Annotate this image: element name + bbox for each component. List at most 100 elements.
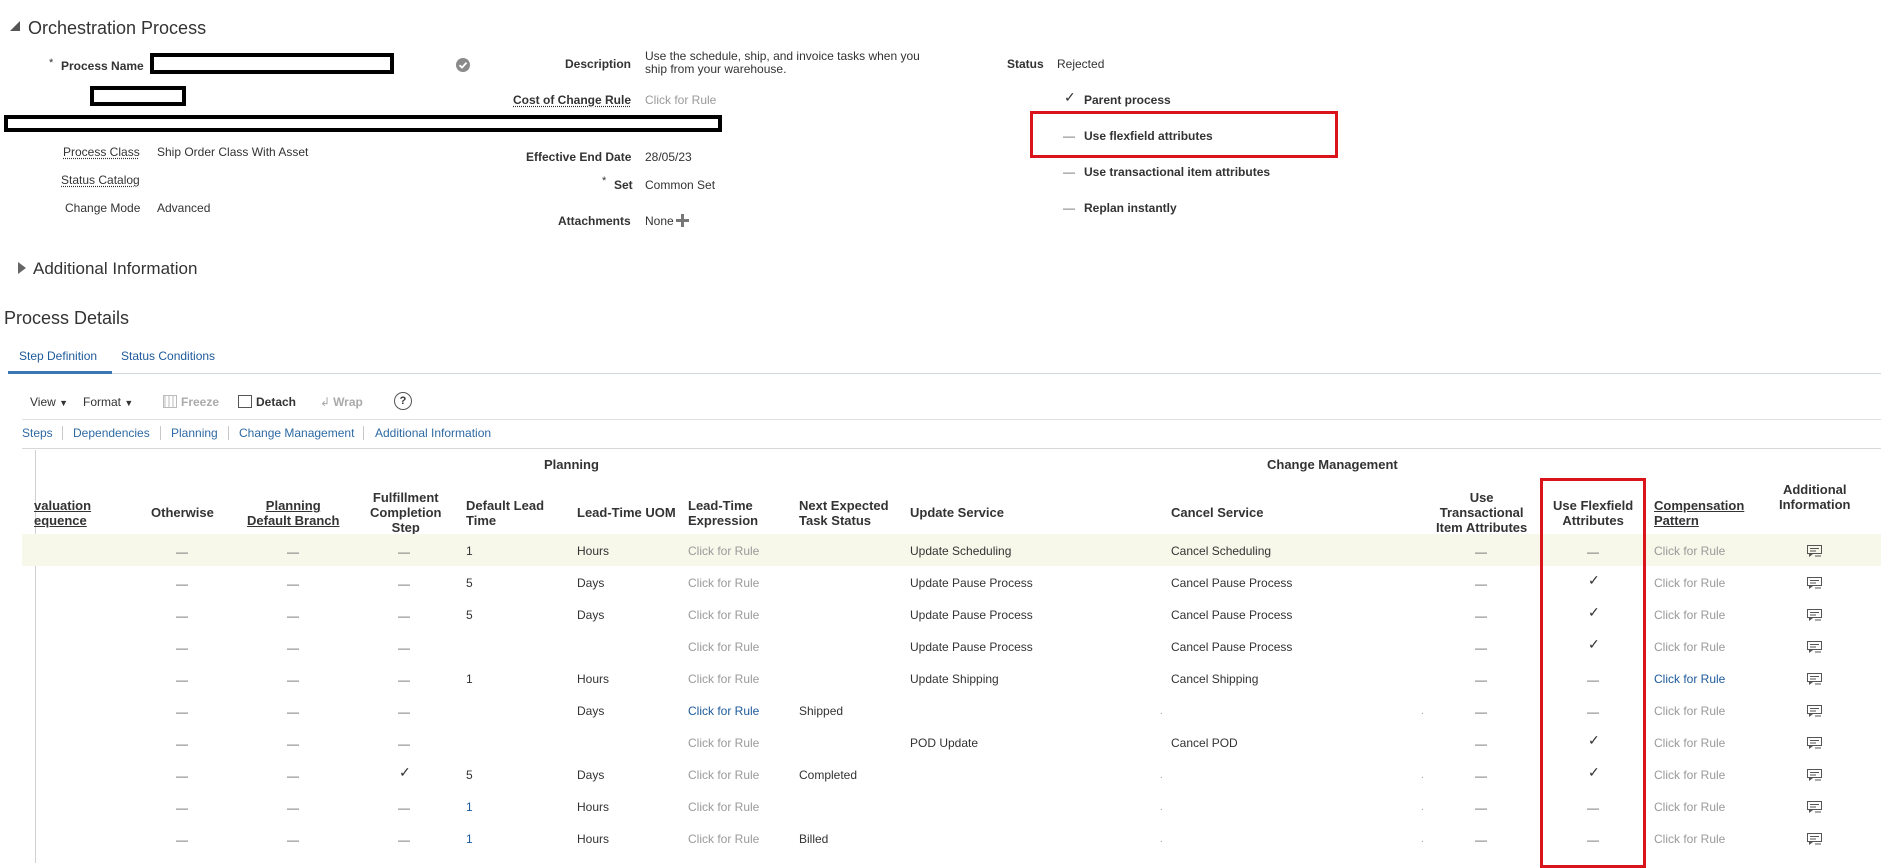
col-evaluation-sequence[interactable]: valuation equence	[34, 498, 91, 528]
lead-time-expression-link[interactable]: Click for Rule	[688, 768, 759, 782]
next-expected-task-status: Completed	[799, 768, 858, 782]
description-value: Use the schedule, ship, and invoice task…	[645, 49, 920, 76]
compensation-pattern-link[interactable]: Click for Rule	[1654, 768, 1725, 782]
category-steps[interactable]: Steps	[22, 426, 53, 440]
cost-of-change-rule-label: Cost of Change Rule	[513, 93, 632, 107]
category-separator	[62, 426, 63, 440]
lead-time-uom: Hours	[577, 800, 610, 814]
compensation-pattern-link[interactable]: Click for Rule	[1654, 640, 1725, 654]
col-lead-time-expression[interactable]: Lead-Time Expression	[688, 498, 758, 528]
update-service: Update Shipping	[910, 672, 999, 686]
compensation-pattern-link[interactable]: Click for Rule	[1654, 736, 1725, 750]
collapse-triangle-icon[interactable]	[10, 21, 20, 31]
replan-instantly-label: Replan instantly	[1084, 201, 1177, 215]
category-change-management[interactable]: Change Management	[239, 426, 354, 440]
col-update-service[interactable]: Update Service	[910, 505, 1004, 520]
compensation-pattern-link[interactable]: Click for Rule	[1654, 800, 1725, 814]
lead-time-expression-link[interactable]: Click for Rule	[688, 672, 759, 686]
lead-time-expression-link[interactable]: Click for Rule	[688, 576, 759, 590]
additional-information-icon[interactable]	[1807, 577, 1822, 592]
additional-information-icon[interactable]	[1807, 801, 1822, 816]
col-otherwise[interactable]: Otherwise	[151, 505, 214, 520]
lead-time-uom: Days	[577, 576, 605, 590]
lead-time-expression-link[interactable]: Click for Rule	[688, 608, 759, 622]
otherwise-dash: —	[176, 737, 188, 751]
default-lead-time: 5	[466, 768, 473, 782]
fulfillment-dash: —	[398, 577, 410, 591]
additional-information-icon[interactable]	[1807, 673, 1822, 688]
tab-status-conditions[interactable]: Status Conditions	[121, 349, 215, 363]
default-lead-time: 1	[466, 800, 473, 814]
additional-information-icon[interactable]	[1807, 545, 1822, 560]
status-catalog-label[interactable]: Status Catalog	[61, 173, 140, 187]
use-transactional-dash: —	[1475, 705, 1487, 719]
additional-information-icon[interactable]	[1807, 737, 1822, 752]
category-divider	[22, 448, 1881, 449]
detach-button[interactable]: Detach	[238, 395, 296, 409]
col-next-expected-task-status[interactable]: Next Expected Task Status	[799, 498, 889, 528]
default-lead-time: 5	[466, 576, 473, 590]
lead-time-expression-link[interactable]: Click for Rule	[688, 800, 759, 814]
compensation-pattern-link[interactable]: Click for Rule	[1654, 832, 1725, 846]
redacted-process-name[interactable]	[150, 53, 394, 74]
parent-process-check-icon: ✓	[1064, 89, 1076, 105]
help-icon[interactable]: ?	[394, 392, 412, 410]
fulfillment-dash: —	[398, 833, 410, 847]
col-additional-information[interactable]: Additional Information	[1779, 482, 1851, 512]
compensation-pattern-link[interactable]: Click for Rule	[1654, 672, 1725, 686]
lead-time-expression-link[interactable]: Click for Rule	[688, 736, 759, 750]
additional-information-icon[interactable]	[1807, 705, 1822, 720]
planning-branch-dash: —	[287, 673, 299, 687]
additional-information-icon[interactable]	[1807, 769, 1822, 784]
compensation-pattern-link[interactable]: Click for Rule	[1654, 576, 1725, 590]
update-service: Update Scheduling	[910, 544, 1012, 558]
update-service: Update Pause Process	[910, 608, 1033, 622]
col-use-transactional-item-attributes[interactable]: Use Transactional Item Attributes	[1436, 490, 1527, 535]
wrap-button[interactable]: ↲ Wrap	[320, 395, 363, 409]
additional-information-icon[interactable]	[1807, 641, 1822, 656]
default-lead-time: 1	[466, 832, 473, 846]
format-menu[interactable]: Format ▼	[83, 395, 133, 409]
lead-time-uom: Days	[577, 768, 605, 782]
fulfillment-dash: —	[398, 609, 410, 623]
freeze-button[interactable]: Freeze	[163, 395, 219, 409]
lead-time-expression-link[interactable]: Click for Rule	[688, 640, 759, 654]
lead-time-expression-link[interactable]: Click for Rule	[688, 544, 759, 558]
additional-information-icon[interactable]	[1807, 609, 1822, 624]
col-compensation-pattern[interactable]: Compensation Pattern	[1654, 498, 1744, 528]
lead-time-uom: Days	[577, 704, 605, 718]
planning-branch-dash: —	[287, 801, 299, 815]
planning-branch-dash: —	[287, 577, 299, 591]
col-cancel-service[interactable]: Cancel Service	[1171, 505, 1264, 520]
lead-time-expression-link[interactable]: Click for Rule	[688, 704, 759, 718]
otherwise-dash: —	[176, 609, 188, 623]
compensation-pattern-link[interactable]: Click for Rule	[1654, 608, 1725, 622]
description-label: Description	[565, 57, 632, 71]
lead-time-expression-link[interactable]: Click for Rule	[688, 832, 759, 846]
lead-time-uom: Days	[577, 608, 605, 622]
col-default-lead-time[interactable]: Default Lead Time	[466, 498, 544, 528]
add-attachment-icon[interactable]	[676, 214, 689, 227]
process-details-title: Process Details	[4, 308, 130, 328]
planning-branch-dash: —	[287, 545, 299, 559]
col-lead-time-uom[interactable]: Lead-Time UOM	[577, 505, 676, 520]
compensation-pattern-link[interactable]: Click for Rule	[1654, 544, 1725, 558]
fulfillment-dash: —	[398, 641, 410, 655]
use-transactional-dash: —	[1475, 737, 1487, 751]
compensation-pattern-link[interactable]: Click for Rule	[1654, 704, 1725, 718]
view-menu[interactable]: View ▼	[30, 395, 68, 409]
cancel-service: Cancel Scheduling	[1171, 544, 1272, 558]
cost-of-change-rule-link[interactable]: Click for Rule	[645, 93, 716, 107]
category-dependencies[interactable]: Dependencies	[73, 426, 150, 440]
cancel-service-dot: .	[1421, 802, 1424, 813]
category-planning[interactable]: Planning	[171, 426, 218, 440]
category-additional-information[interactable]: Additional Information	[375, 426, 491, 440]
col-planning-default-branch[interactable]: Planning Default Branch	[247, 498, 339, 528]
expand-triangle-icon[interactable]	[18, 262, 26, 274]
use-transactional-dash: —	[1475, 641, 1487, 655]
col-fulfillment-completion-step[interactable]: Fulfillment Completion Step	[370, 490, 442, 535]
additional-information-icon[interactable]	[1807, 833, 1822, 848]
additional-information-header[interactable]: Additional Information	[33, 259, 197, 279]
status-label: Status	[1007, 57, 1044, 71]
planning-branch-dash: —	[287, 609, 299, 623]
